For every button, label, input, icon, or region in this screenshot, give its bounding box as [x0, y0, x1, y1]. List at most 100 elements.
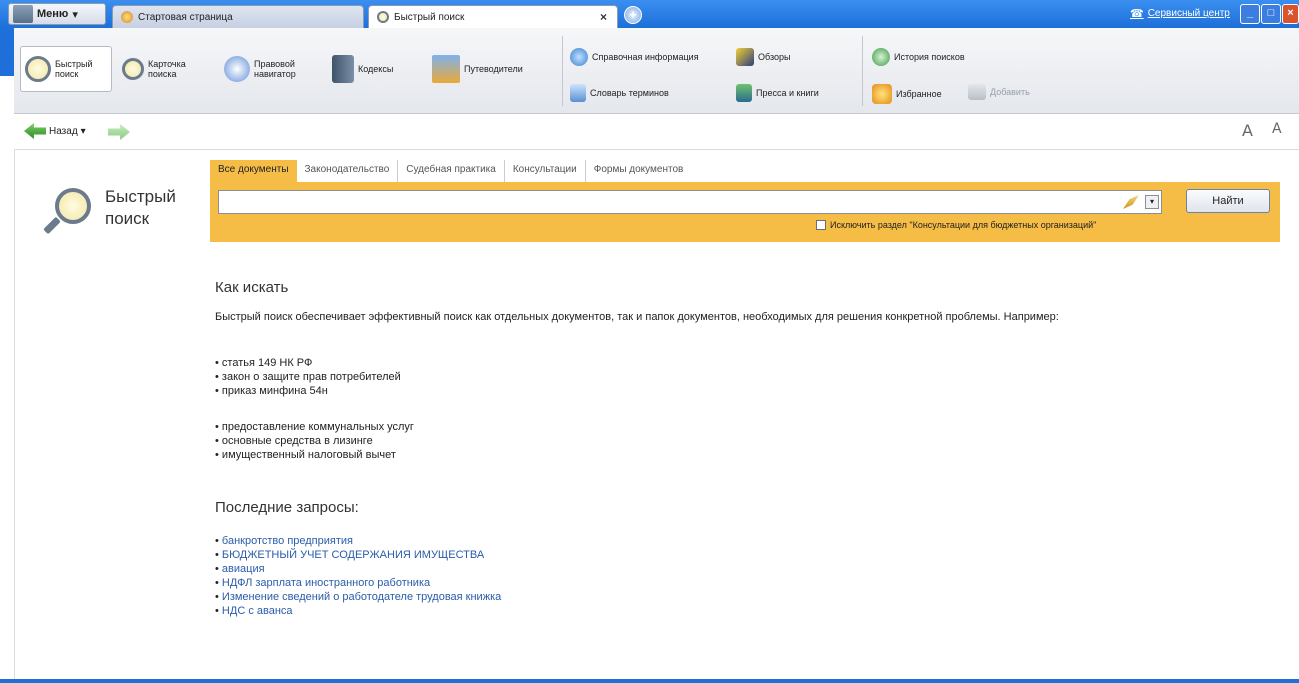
list-item: предоставление коммунальных услуг	[215, 420, 414, 434]
search-icon	[377, 11, 389, 23]
recent-query-link[interactable]: авиация	[215, 562, 501, 576]
find-button[interactable]: Найти	[1186, 189, 1270, 213]
search-card-label: Карточка поиска	[148, 59, 186, 79]
search-dropdown-button[interactable]: ▾	[1145, 195, 1159, 209]
menu-avatar-icon	[13, 5, 33, 23]
glossary-icon	[570, 84, 586, 102]
new-tab-button[interactable]: +	[624, 6, 642, 24]
tab-label: Стартовая страница	[138, 11, 233, 23]
menu-button[interactable]: Меню ▾	[8, 3, 106, 25]
codes-label: Кодексы	[358, 64, 394, 74]
exclude-label: Исключить раздел "Консультации для бюдже…	[830, 220, 1097, 230]
reviews-label: Обзоры	[758, 52, 791, 62]
guides-button[interactable]: Путеводители	[428, 46, 558, 92]
tab-legislation[interactable]: Законодательство	[297, 160, 399, 182]
info-icon	[570, 48, 588, 66]
list-item: приказ минфина 54н	[215, 384, 401, 398]
list-item: закон о защите прав потребителей	[215, 370, 401, 384]
recent-queries-heading: Последние запросы:	[215, 499, 359, 516]
search-history-button[interactable]: История поисков	[872, 48, 965, 66]
main-toolbar: Быстрый поиск Карточка поиска Правовой н…	[14, 28, 1299, 114]
recent-query-link[interactable]: банкротство предприятия	[215, 534, 501, 548]
close-tab-icon[interactable]: ×	[600, 10, 607, 24]
add-favorite-button[interactable]: Добавить	[968, 84, 1030, 100]
recent-query-link[interactable]: БЮДЖЕТНЫЙ УЧЕТ СОДЕРЖАНИЯ ИМУЩЕСТВА	[215, 548, 501, 562]
glossary-button[interactable]: Словарь терминов	[570, 84, 669, 102]
favorites-star-icon	[872, 84, 892, 104]
tab-all-documents[interactable]: Все документы	[210, 160, 297, 182]
quick-search-label: Быстрый поиск	[55, 59, 93, 79]
examples-list-2: предоставление коммунальных услуг основн…	[215, 420, 414, 462]
glossary-label: Словарь терминов	[590, 88, 669, 98]
legal-navigator-button[interactable]: Правовой навигатор	[220, 46, 320, 92]
how-to-description: Быстрый поиск обеспечивает эффективный п…	[215, 311, 1059, 323]
tab-document-forms[interactable]: Формы документов	[586, 160, 692, 182]
exclude-option: Исключить раздел "Консультации для бюдже…	[816, 220, 1096, 230]
search-card-icon	[122, 58, 144, 80]
recent-queries-list: банкротство предприятия БЮДЖЕТНЫЙ УЧЕТ С…	[215, 534, 501, 618]
list-item: основные средства в лизинге	[215, 434, 414, 448]
back-label: Назад	[49, 125, 78, 137]
reference-info-button[interactable]: Справочная информация	[570, 48, 699, 66]
font-increase-button[interactable]: A	[1242, 121, 1253, 140]
service-icon: ☎	[1130, 8, 1144, 20]
service-center-label: Сервисный центр	[1147, 8, 1230, 19]
history-icon	[872, 48, 890, 66]
search-icon	[25, 56, 51, 82]
search-card-button[interactable]: Карточка поиска	[118, 46, 208, 92]
codes-book-icon	[332, 55, 354, 83]
close-window-button[interactable]: ×	[1282, 4, 1299, 24]
how-to-heading: Как искать	[215, 279, 289, 296]
quick-search-button[interactable]: Быстрый поиск	[20, 46, 112, 92]
add-favorite-icon	[968, 84, 986, 100]
tab-court-practice[interactable]: Судебная практика	[398, 160, 505, 182]
guides-signpost-icon	[432, 55, 460, 83]
reviews-button[interactable]: Обзоры	[736, 48, 790, 66]
window-edge	[0, 28, 14, 76]
favorites-button[interactable]: Избранное	[872, 84, 942, 104]
tab-consultations[interactable]: Консультации	[505, 160, 586, 182]
maximize-button[interactable]: □	[1261, 4, 1281, 24]
codes-button[interactable]: Кодексы	[328, 46, 412, 92]
menu-label: Меню	[37, 8, 69, 20]
tab-label: Быстрый поиск	[394, 11, 465, 23]
recent-query-link[interactable]: НДФЛ зарплата иностранного работника	[215, 576, 501, 590]
search-history-label: История поисков	[894, 52, 965, 62]
reference-info-label: Справочная информация	[592, 52, 699, 62]
navigator-icon	[224, 56, 250, 82]
minimize-button[interactable]: _	[1240, 4, 1260, 24]
back-button[interactable]: Назад ▾	[24, 123, 86, 139]
guides-label: Путеводители	[464, 64, 523, 74]
press-books-icon	[736, 84, 752, 102]
search-input[interactable]	[219, 191, 1161, 213]
tab-start-page[interactable]: Стартовая страница	[112, 5, 364, 28]
press-books-button[interactable]: Пресса и книги	[736, 84, 819, 102]
toolbar-separator	[562, 36, 563, 106]
window-bottom-edge	[0, 679, 1299, 683]
search-tabs: Все документы Законодательство Судебная …	[210, 160, 691, 182]
tab-quick-search[interactable]: Быстрый поиск ×	[368, 5, 618, 28]
search-input-wrapper: ▾	[218, 190, 1162, 214]
favorites-label: Избранное	[896, 89, 942, 99]
exclude-checkbox[interactable]	[816, 220, 826, 230]
examples-list-1: статья 149 НК РФ закон о защите прав пот…	[215, 356, 401, 398]
back-dropdown-icon[interactable]: ▾	[81, 126, 86, 137]
legal-navigator-label: Правовой навигатор	[254, 59, 296, 79]
content-area: Быстрый поиск Все документы Законодатель…	[14, 149, 1299, 679]
page-title: Быстрый поиск	[105, 187, 176, 228]
search-panel: Все документы Законодательство Судебная …	[210, 160, 1280, 242]
list-item: статья 149 НК РФ	[215, 356, 401, 370]
forward-arrow-icon[interactable]	[108, 124, 130, 140]
back-arrow-icon	[24, 123, 46, 139]
chevron-down-icon: ▾	[72, 8, 78, 21]
recent-query-link[interactable]: Изменение сведений о работодателе трудов…	[215, 590, 501, 604]
font-decrease-button[interactable]: A	[1272, 121, 1282, 137]
toolbar-separator	[862, 36, 863, 106]
press-books-label: Пресса и книги	[756, 88, 819, 98]
search-box: ▾ Найти Исключить раздел "Консультации д…	[210, 182, 1280, 242]
service-center-link[interactable]: ☎ Сервисный центр	[1130, 7, 1230, 20]
list-item: имущественный налоговый вычет	[215, 448, 414, 462]
reviews-pen-icon	[736, 48, 754, 66]
recent-query-link[interactable]: НДС с аванса	[215, 604, 501, 618]
add-label: Добавить	[990, 87, 1030, 97]
